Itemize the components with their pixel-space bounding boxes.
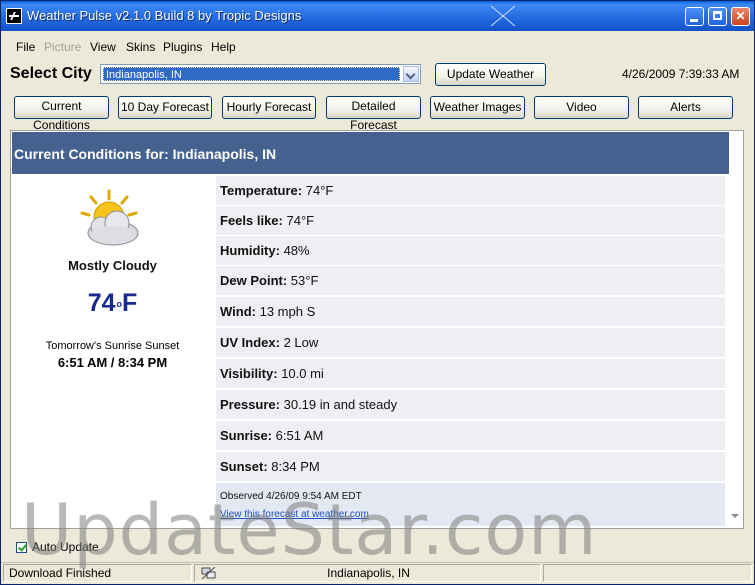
temp-unit: F [122, 289, 138, 317]
detail-value: 2 Low [283, 335, 319, 350]
detail-label: Wind: [220, 304, 256, 319]
detail-row: Sunset: 8:34 PM [216, 452, 725, 481]
detail-row: Temperature: 74°F [216, 176, 725, 205]
menu-picture[interactable]: Picture [44, 40, 81, 54]
auto-update-label: Auto Update [32, 540, 99, 554]
title-bar[interactable]: Weather Pulse v2.1.0 Build 8 by Tropic D… [1, 1, 754, 31]
sunrise-sunset-value: 6:51 AM / 8:34 PM [57, 355, 168, 370]
detail-value: 48% [283, 243, 310, 258]
detail-value: 74°F [286, 213, 315, 228]
select-city-label: Select City [10, 65, 92, 82]
detail-label: UV Index: [220, 335, 280, 350]
detail-value: 74°F [305, 183, 334, 198]
sunrise-sunset-label: Tomorrow's Sunrise Sunset [45, 340, 180, 352]
tab-hourly-forecast[interactable]: Hourly Forecast [222, 96, 316, 119]
app-icon[interactable] [6, 8, 22, 24]
menu-skins[interactable]: Skins [126, 40, 155, 54]
detail-row: Wind: 13 mph S [216, 297, 725, 326]
status-text: Download Finished [3, 564, 192, 582]
menu-help[interactable]: Help [211, 40, 236, 54]
tab-current-conditions[interactable]: Current Conditions [14, 96, 109, 132]
condition-text: Mostly Cloudy [68, 258, 157, 273]
observed-time: Observed 4/26/09 9:54 AM EDT [220, 491, 362, 502]
status-bar: Download Finished Indianapolis, IN [1, 562, 754, 584]
summary-pane: Mostly Cloudy 74oF Tomorrow's Sunrise Su… [11, 175, 214, 528]
detail-row: Dew Point: 53°F [216, 266, 725, 295]
current-datetime: 4/26/2009 7:39:33 AM [622, 67, 740, 81]
menu-plugins[interactable]: Plugins [163, 40, 202, 54]
detail-row: Feels like: 74°F [216, 206, 725, 235]
current-conditions-panel: Current Conditions for: Indianapolis, IN… [10, 130, 744, 529]
detail-row: UV Index: 2 Low [216, 328, 725, 357]
panel-header: Current Conditions for: Indianapolis, IN [12, 132, 729, 174]
temp-value: 74 [87, 289, 116, 317]
menu-file[interactable]: File [16, 40, 35, 54]
scroll-down-icon[interactable] [731, 514, 739, 518]
auto-update-checkbox[interactable]: Auto Update [16, 540, 99, 554]
maximize-button[interactable] [708, 7, 727, 26]
minimize-button[interactable] [685, 7, 704, 26]
degree-symbol: o [116, 299, 123, 309]
detail-row: Pressure: 30.19 in and steady [216, 390, 725, 419]
tab-video[interactable]: Video [534, 96, 629, 119]
status-empty-cell [543, 564, 752, 582]
tab-10-day-forecast[interactable]: 10 Day Forecast [118, 96, 212, 119]
tab-detailed-forecast[interactable]: Detailed Forecast [326, 96, 421, 132]
menu-view[interactable]: View [90, 40, 116, 54]
checkbox-check-icon[interactable] [16, 542, 27, 554]
partly-cloudy-sun-icon [80, 189, 139, 246]
app-window: Weather Pulse v2.1.0 Build 8 by Tropic D… [0, 0, 755, 585]
tab-alerts[interactable]: Alerts [638, 96, 733, 119]
detail-value: 13 mph S [259, 304, 316, 319]
big-temperature: 74oF [11, 289, 214, 318]
detail-row: Humidity: 48% [216, 236, 725, 265]
city-dropdown[interactable]: Indianapolis, IN [100, 64, 421, 84]
observation-footer: Observed 4/26/09 9:54 AM EDT View this f… [216, 483, 725, 526]
menu-bar: File Picture View Skins Plugins Help [1, 37, 754, 57]
detail-label: Sunrise: [220, 428, 273, 443]
detail-label: Feels like: [220, 213, 283, 228]
chevron-down-icon[interactable] [403, 66, 419, 82]
detail-label: Pressure: [220, 397, 280, 412]
detail-row: Sunrise: 6:51 AM [216, 421, 725, 450]
detail-value: 6:51 AM [275, 428, 324, 443]
detail-value: 10.0 mi [281, 366, 324, 381]
detail-label: Sunset: [220, 459, 268, 474]
close-button[interactable]: ✕ [731, 7, 750, 26]
detail-label: Humidity: [220, 243, 280, 258]
detail-value: 30.19 in and steady [283, 397, 398, 412]
detail-label: Dew Point: [220, 273, 288, 288]
update-weather-button[interactable]: Update Weather [435, 63, 546, 86]
weather-com-link[interactable]: View this forecast at weather.com [220, 509, 369, 520]
detail-label: Temperature: [220, 183, 303, 198]
detail-label: Visibility: [220, 366, 278, 381]
status-city: Indianapolis, IN [327, 566, 410, 580]
window-title: Weather Pulse v2.1.0 Build 8 by Tropic D… [27, 8, 302, 23]
vertical-scrollbar[interactable] [730, 132, 743, 527]
city-dropdown-value: Indianapolis, IN [103, 67, 400, 81]
detail-value: 53°F [290, 273, 319, 288]
detail-value: 8:34 PM [271, 459, 320, 474]
detail-row: Visibility: 10.0 mi [216, 359, 725, 388]
status-city-cell: Indianapolis, IN [194, 564, 541, 582]
titlebar-sparkle-icon [490, 5, 516, 27]
tab-weather-images[interactable]: Weather Images [430, 96, 525, 119]
